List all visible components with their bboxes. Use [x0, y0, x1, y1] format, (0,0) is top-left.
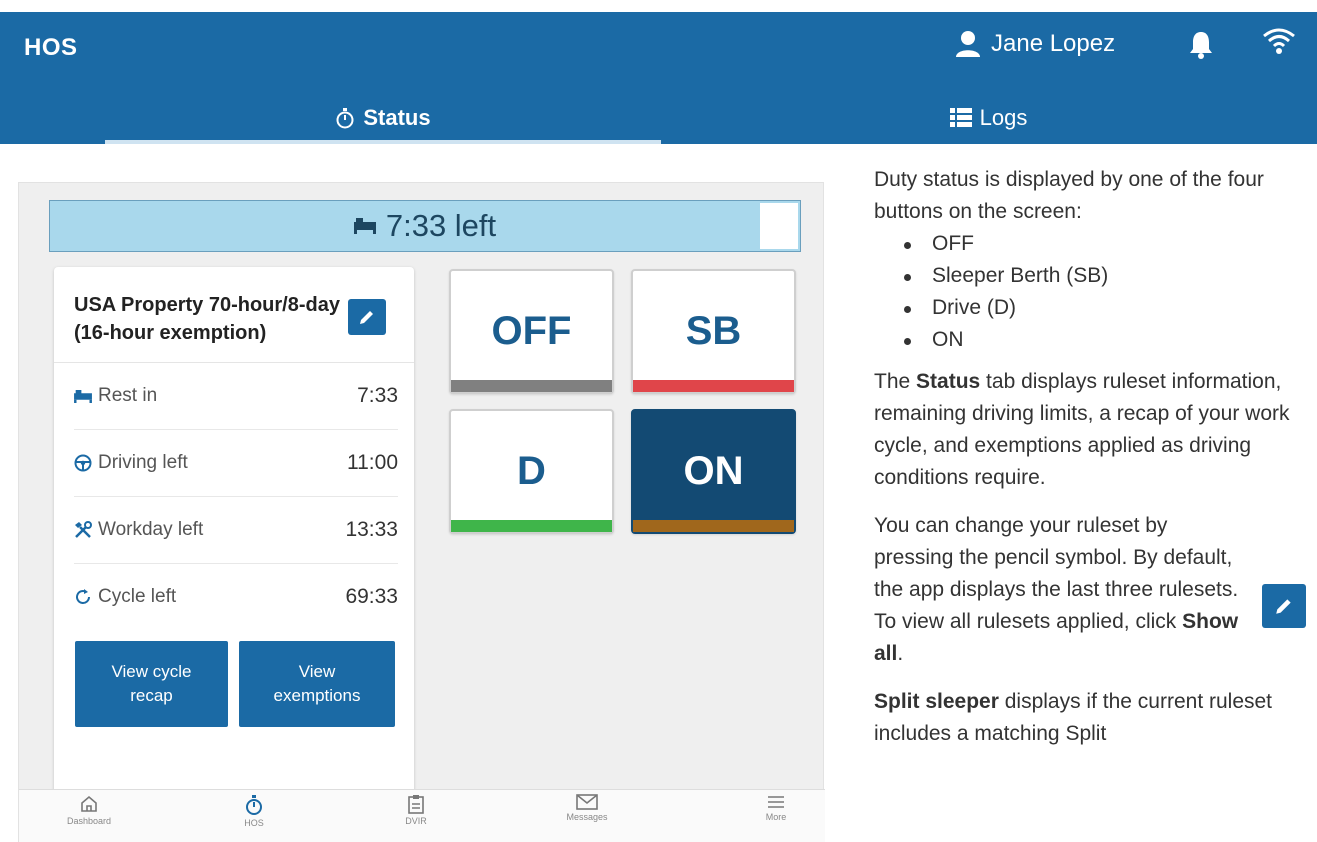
- doc-paragraph-split-sleeper: Split sleeper displays if the current ru…: [874, 686, 1314, 750]
- nav-label: More: [765, 812, 787, 822]
- stopwatch-icon: [336, 108, 354, 129]
- duty-sb-button[interactable]: SB: [631, 269, 796, 394]
- tab-status-label: Status: [363, 105, 431, 130]
- row-label: Workday left: [98, 519, 204, 540]
- doc-paragraph-status: The Status tab displays ruleset informat…: [874, 366, 1314, 494]
- tab-status[interactable]: Status: [105, 92, 661, 144]
- row-label: Rest in: [98, 385, 158, 406]
- nav-label: Dashboard: [66, 816, 112, 826]
- app-title: HOS: [24, 34, 78, 61]
- list-item: ON: [874, 324, 1314, 356]
- row-label: Driving left: [98, 452, 188, 473]
- connection-status[interactable]: [1262, 26, 1296, 61]
- text-run-bold: Status: [916, 370, 981, 393]
- duty-off-label: OFF: [491, 309, 572, 353]
- clipboard-icon: [408, 795, 424, 814]
- list-item: Sleeper Berth (SB): [874, 260, 1314, 292]
- text-run: The: [874, 370, 917, 393]
- row-workday-left: Workday left 13:33: [74, 497, 398, 563]
- row-cycle-left: Cycle left 69:33: [74, 564, 398, 630]
- row-rest-in: Rest in 7:33: [74, 363, 398, 429]
- list-item: OFF: [874, 228, 1314, 260]
- pencil-symbol: [1262, 584, 1306, 628]
- nav-label: DVIR: [405, 816, 427, 826]
- user-icon: [956, 31, 980, 57]
- doc-intro: Duty status is displayed by one of the f…: [874, 168, 1264, 223]
- envelope-icon: [576, 794, 598, 810]
- duty-d-label: D: [517, 449, 546, 493]
- row-value: 7:33: [357, 384, 398, 407]
- stopwatch-icon: [246, 795, 262, 815]
- duty-off-stripe: [451, 380, 612, 392]
- bed-icon: [353, 218, 376, 234]
- view-cycle-recap-button[interactable]: View cycle recap: [75, 641, 228, 727]
- duty-status-list: OFF Sleeper Berth (SB) Drive (D) ON: [874, 228, 1314, 356]
- ruleset-name: USA Property 70-hour/8-day (16-hour exem…: [74, 294, 340, 344]
- pencil-icon: [360, 311, 373, 324]
- list-icon: [949, 108, 972, 127]
- cycle-icon: [76, 589, 90, 604]
- documentation-text: Duty status is displayed by one of the f…: [874, 164, 1314, 766]
- nav-label: HOS: [244, 818, 264, 828]
- wifi-icon: [1263, 28, 1295, 54]
- bottom-navigation: Dashboard HOS DVIR Messages More: [19, 789, 825, 842]
- bell-icon: [1190, 32, 1212, 59]
- active-tab-indicator: [105, 140, 661, 144]
- duty-on-label: ON: [683, 449, 744, 493]
- duty-sb-label: SB: [685, 309, 742, 353]
- user-name: Jane Lopez: [991, 30, 1116, 57]
- time-left-bar: 7:33 left: [49, 200, 801, 252]
- view-cycle-recap-label: View cycle recap: [111, 662, 192, 705]
- notifications-button[interactable]: [1188, 30, 1214, 65]
- time-left-text: 7:33 left: [385, 208, 497, 243]
- row-label-wrap: Cycle left: [74, 586, 176, 608]
- nav-label: Messages: [566, 812, 608, 822]
- row-label: Cycle left: [98, 586, 177, 607]
- nav-dashboard[interactable]: Dashboard: [49, 794, 129, 826]
- tab-logs[interactable]: Logs: [660, 92, 1317, 144]
- duty-off-button[interactable]: OFF: [449, 269, 614, 394]
- nav-more[interactable]: More: [736, 794, 816, 822]
- time-bar-end: [760, 203, 798, 249]
- doc-paragraph-ruleset: You can change your ruleset by pressing …: [874, 510, 1314, 670]
- menu-icon: [768, 796, 784, 808]
- duty-on-stripe: [633, 520, 794, 532]
- list-item: Drive (D): [874, 292, 1314, 324]
- home-icon: [81, 795, 97, 812]
- tab-logs-label: Logs: [979, 105, 1028, 130]
- duty-d-stripe: [451, 520, 612, 532]
- row-label-wrap: Rest in: [74, 385, 157, 407]
- nav-messages[interactable]: Messages: [547, 794, 627, 822]
- text-run-bold: Split sleeper: [874, 690, 999, 713]
- hos-status-panel: 7:33 left USA Property 70-hour/8-day (16…: [18, 182, 825, 842]
- row-driving-left: Driving left 11:00: [74, 430, 398, 496]
- text-run: .: [897, 642, 904, 665]
- tools-icon: [75, 521, 92, 538]
- steering-wheel-icon: [74, 454, 92, 472]
- duty-sb-stripe: [633, 380, 794, 392]
- row-value: 69:33: [345, 585, 398, 608]
- nav-dvir[interactable]: DVIR: [376, 794, 456, 826]
- row-label-wrap: Workday left: [74, 519, 203, 541]
- row-label-wrap: Driving left: [74, 452, 188, 474]
- duty-d-button[interactable]: D: [449, 409, 614, 534]
- view-exemptions-button[interactable]: View exemptions: [239, 641, 395, 727]
- view-exemptions-label: View exemptions: [273, 662, 361, 705]
- bed-icon: [74, 389, 92, 403]
- duty-on-button[interactable]: ON: [631, 409, 796, 534]
- pencil-icon: [1276, 599, 1291, 614]
- edit-ruleset-button[interactable]: [348, 299, 386, 335]
- app-header: HOS Jane Lopez Status Logs: [0, 12, 1317, 144]
- row-value: 13:33: [345, 518, 398, 541]
- nav-hos[interactable]: HOS: [214, 794, 294, 828]
- row-value: 11:00: [347, 451, 398, 474]
- user-menu[interactable]: Jane Lopez: [955, 30, 1115, 58]
